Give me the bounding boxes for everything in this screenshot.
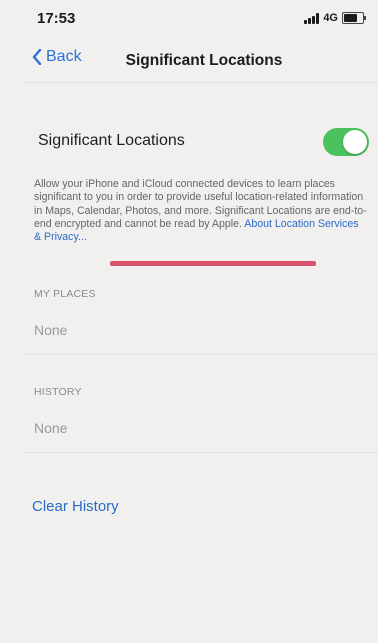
network-label: 4G [323,12,338,24]
my-places-header: MY PLACES [34,288,96,300]
significant-locations-toggle[interactable] [323,128,369,156]
status-bar: 17:53 4G [0,0,378,38]
page-title: Significant Locations [125,52,283,69]
annotation-underline [110,261,316,266]
significant-locations-row: Significant Locations [0,120,378,164]
battery-icon [342,12,366,24]
toggle-label: Significant Locations [38,132,185,149]
navigation-bar: Back Significant Locations [0,40,378,84]
divider [22,82,378,83]
toggle-knob [343,130,367,154]
divider [22,452,378,453]
status-time: 17:53 [37,10,76,27]
history-value[interactable]: None [34,420,67,436]
history-header: HISTORY [34,386,82,398]
description-text: Allow your iPhone and iCloud connected d… [34,178,368,244]
signal-icon [304,12,320,24]
my-places-value[interactable]: None [34,322,67,338]
status-indicators: 4G [304,12,366,24]
clear-history-button[interactable]: Clear History [32,498,119,515]
divider [22,354,378,355]
